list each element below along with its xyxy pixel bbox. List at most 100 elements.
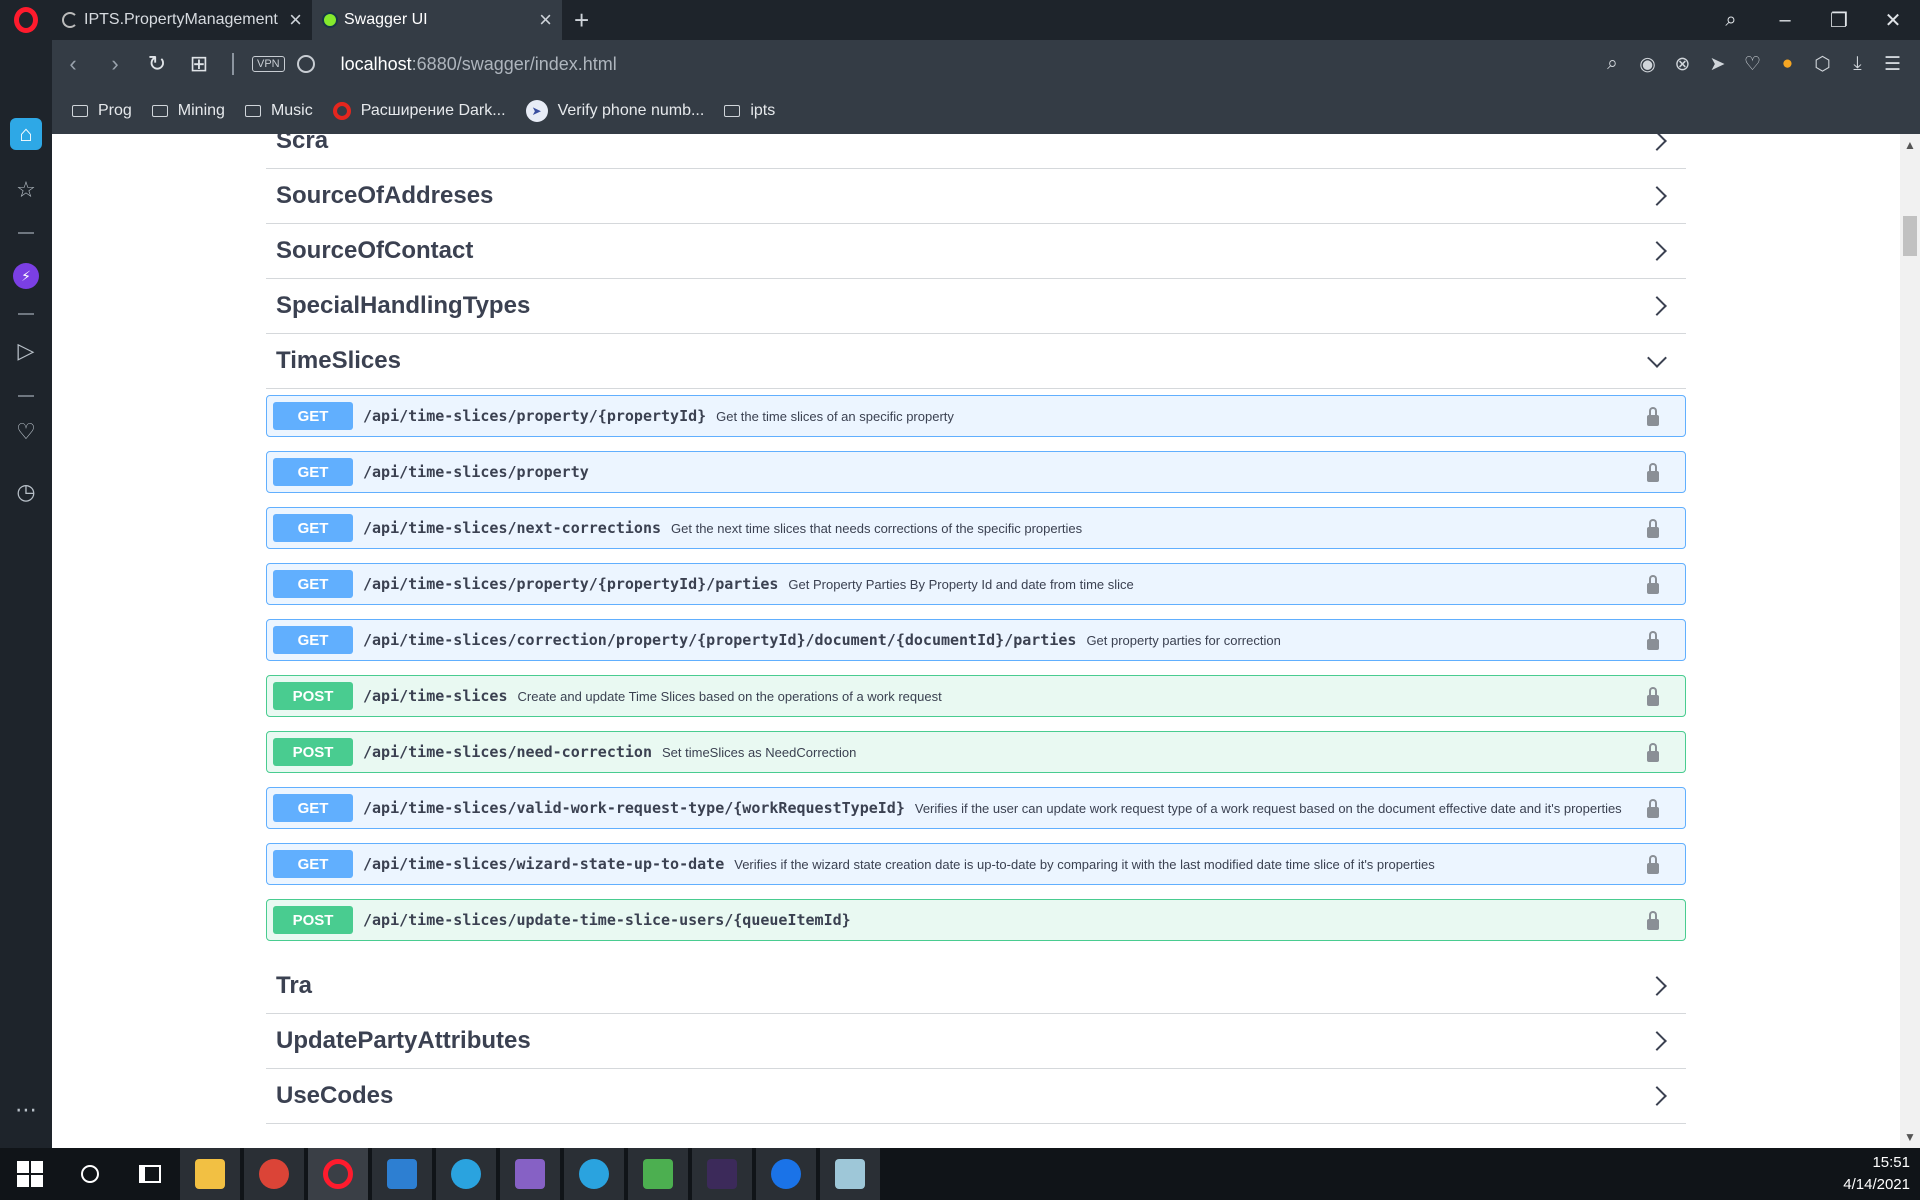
page-scrollbar[interactable]: ▲ ▼ — [1900, 134, 1920, 1148]
back-button[interactable]: ‹ — [52, 51, 94, 77]
home-icon[interactable]: ⌂ — [10, 118, 42, 150]
taskbar-app-tool[interactable] — [628, 1148, 688, 1200]
chrome-icon — [259, 1159, 289, 1189]
lock-icon[interactable] — [1647, 742, 1659, 762]
messenger-icon[interactable]: ⚡ — [13, 263, 39, 289]
operation-row[interactable]: GET/api/time-slices/correction/property/… — [266, 619, 1686, 661]
taskbar-app-opera[interactable] — [308, 1148, 368, 1200]
lock-icon[interactable] — [1647, 406, 1659, 426]
taskbar-app-telegram[interactable] — [436, 1148, 496, 1200]
bookmark-label: Prog — [98, 102, 132, 119]
close-tab-icon[interactable]: × — [539, 9, 552, 31]
lock-icon[interactable] — [1647, 854, 1659, 874]
player-icon[interactable]: ▷ — [10, 335, 42, 367]
lock-icon[interactable] — [1647, 686, 1659, 706]
operation-row[interactable]: GET/api/time-slices/wizard-state-up-to-d… — [266, 843, 1686, 885]
bookmark-ipts[interactable]: ipts — [724, 102, 775, 120]
tag-sourceofaddreses[interactable]: SourceOfAddreses — [266, 169, 1686, 224]
operation-row[interactable]: POST/api/time-slices/update-time-slice-u… — [266, 899, 1686, 941]
send-icon[interactable]: ➤ — [1700, 53, 1735, 76]
taskbar-app-chrome[interactable] — [244, 1148, 304, 1200]
operation-path: /api/time-slices/property/{propertyId}/p… — [363, 575, 779, 593]
history-icon[interactable]: ◷ — [10, 476, 42, 508]
restore-button[interactable]: ❐ — [1812, 8, 1866, 33]
heart-icon[interactable]: ♡ — [1735, 53, 1770, 76]
tag-tra[interactable]: Tra — [266, 959, 1686, 1014]
operation-row[interactable]: GET/api/time-slices/property/{propertyId… — [266, 395, 1686, 437]
lock-icon[interactable] — [1647, 574, 1659, 594]
task-view-button[interactable] — [120, 1148, 180, 1200]
more-icon[interactable]: ⋯ — [10, 1094, 42, 1126]
operation-row[interactable]: POST/api/time-slices Create and update Ti… — [266, 675, 1686, 717]
lock-icon[interactable] — [1647, 798, 1659, 818]
operation-row[interactable]: GET/api/time-slices/valid-work-request-t… — [266, 787, 1686, 829]
search-icon — [81, 1165, 99, 1183]
operation-row[interactable]: GET/api/time-slices/property/{propertyId… — [266, 563, 1686, 605]
url-host: localhost — [340, 53, 412, 74]
method-badge: GET — [273, 570, 353, 598]
site-info-icon[interactable] — [296, 55, 315, 73]
search-tabs-icon[interactable]: ⌕ — [1704, 9, 1758, 32]
cube-icon[interactable]: ⬡ — [1805, 53, 1840, 76]
tab-swagger[interactable]: Swagger UI × — [312, 0, 562, 40]
download-icon[interactable]: ⤓ — [1840, 53, 1875, 75]
settings-icon[interactable]: ☰ — [1875, 53, 1910, 76]
scroll-down-icon[interactable]: ▼ — [1900, 1130, 1920, 1144]
tab-ipts[interactable]: IPTS.PropertyManagement × — [52, 0, 312, 40]
new-tab-button[interactable]: + — [574, 7, 589, 33]
taskbar-app-telegram-2[interactable] — [564, 1148, 624, 1200]
tag-updatepartyattributes[interactable]: UpdatePartyAttributes — [266, 1014, 1686, 1069]
forward-button[interactable]: › — [94, 51, 136, 77]
operation-row[interactable]: GET/api/time-slices/next-corrections Get … — [266, 507, 1686, 549]
task-view-icon — [139, 1165, 161, 1183]
tag-title: UpdatePartyAttributes — [276, 1027, 531, 1054]
bookmark-music[interactable]: Music — [244, 102, 313, 120]
method-badge: GET — [273, 850, 353, 878]
minimize-button[interactable]: – — [1758, 9, 1812, 32]
taskbar-app-maps[interactable] — [756, 1148, 816, 1200]
adblock-icon[interactable]: ⊗ — [1665, 53, 1700, 76]
tag-title: SourceOfAddreses — [276, 182, 494, 209]
bulb-icon[interactable]: ● — [1770, 53, 1805, 75]
tabs-overview-icon[interactable]: ⊞ — [178, 51, 220, 77]
bookmark-prog[interactable]: Prog — [72, 102, 132, 120]
operation-summary: Set timeSlices as NeedCorrection — [661, 744, 857, 760]
taskbar-app-notes[interactable] — [820, 1148, 880, 1200]
tag-scra[interactable]: Scra — [266, 134, 1686, 169]
taskbar-app-terminal[interactable] — [692, 1148, 752, 1200]
chevron-right-icon — [1647, 1086, 1667, 1106]
bookmark-dark-extension[interactable]: Расширение Dark... — [332, 102, 506, 120]
close-window-button[interactable]: ✕ — [1866, 8, 1920, 33]
taskbar-app-tasks[interactable] — [372, 1148, 432, 1200]
vpn-badge[interactable]: VPN — [252, 56, 285, 72]
lock-icon[interactable] — [1647, 630, 1659, 650]
reload-button[interactable]: ↻ — [136, 51, 178, 77]
search-button[interactable] — [60, 1148, 120, 1200]
system-clock[interactable]: 15:51 4/14/2021 — [1843, 1152, 1910, 1196]
star-icon[interactable]: ☆ — [10, 174, 42, 206]
url-field[interactable]: localhost:6880/swagger/index.html — [341, 54, 617, 75]
tag-usecodes[interactable]: UseCodes — [266, 1069, 1686, 1124]
lock-icon[interactable] — [1647, 910, 1659, 930]
opera-menu-button[interactable] — [0, 0, 52, 40]
taskbar-app-visual-studio[interactable] — [500, 1148, 560, 1200]
chevron-right-icon — [1647, 186, 1667, 206]
find-icon[interactable]: ⌕ — [1595, 53, 1630, 75]
start-button[interactable] — [0, 1148, 60, 1200]
telegram-icon — [451, 1159, 481, 1189]
heart-icon[interactable]: ♡ — [10, 416, 42, 448]
tag-timeslices[interactable]: TimeSlices — [266, 334, 1686, 389]
taskbar-app-explorer[interactable] — [180, 1148, 240, 1200]
tag-specialhandlingtypes[interactable]: SpecialHandlingTypes — [266, 279, 1686, 334]
lock-icon[interactable] — [1647, 462, 1659, 482]
scrollbar-thumb[interactable] — [1903, 216, 1917, 256]
operation-row[interactable]: GET/api/time-slices/property — [266, 451, 1686, 493]
bookmark-mining[interactable]: Mining — [151, 102, 225, 120]
tag-sourceofcontact[interactable]: SourceOfContact — [266, 224, 1686, 279]
bookmark-verify-phone[interactable]: ➤ Verify phone numb... — [525, 100, 704, 122]
scroll-up-icon[interactable]: ▲ — [1900, 138, 1920, 152]
operation-row[interactable]: POST/api/time-slices/need-correction Set … — [266, 731, 1686, 773]
camera-icon[interactable]: ◉ — [1630, 53, 1665, 76]
close-tab-icon[interactable]: × — [289, 9, 302, 31]
lock-icon[interactable] — [1647, 518, 1659, 538]
